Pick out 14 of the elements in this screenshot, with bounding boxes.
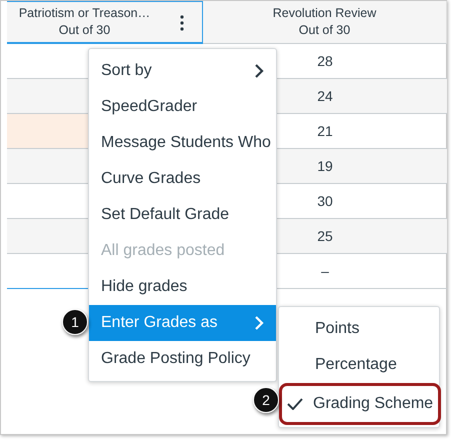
submenu-item[interactable]: Grading Scheme bbox=[282, 386, 438, 422]
submenu-item[interactable]: Points bbox=[279, 311, 439, 347]
kebab-menu-icon[interactable] bbox=[180, 15, 184, 31]
column-title: Patriotism or Treason… bbox=[18, 5, 150, 22]
column-points: Out of 30 bbox=[298, 22, 350, 39]
column-title: Revolution Review bbox=[272, 5, 376, 22]
menu-item[interactable]: Grade Posting Policy bbox=[89, 341, 276, 377]
chevron-right-icon bbox=[254, 315, 264, 331]
chevron-right-icon bbox=[254, 63, 264, 79]
column-header[interactable]: Revolution Review Out of 30 bbox=[203, 1, 447, 44]
submenu-item[interactable]: Percentage bbox=[279, 347, 439, 383]
column-points: Out of 30 bbox=[58, 22, 110, 39]
checkmark-icon bbox=[287, 398, 303, 410]
column-header[interactable]: Patriotism or Treason… Out of 30 bbox=[7, 1, 203, 44]
